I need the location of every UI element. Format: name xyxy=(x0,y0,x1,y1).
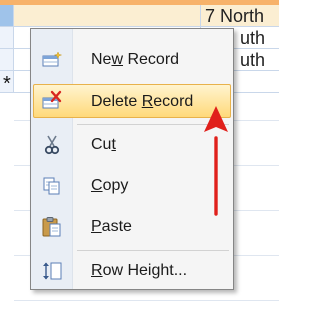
annotation-arrow xyxy=(204,106,228,216)
arrow-head xyxy=(204,106,228,132)
